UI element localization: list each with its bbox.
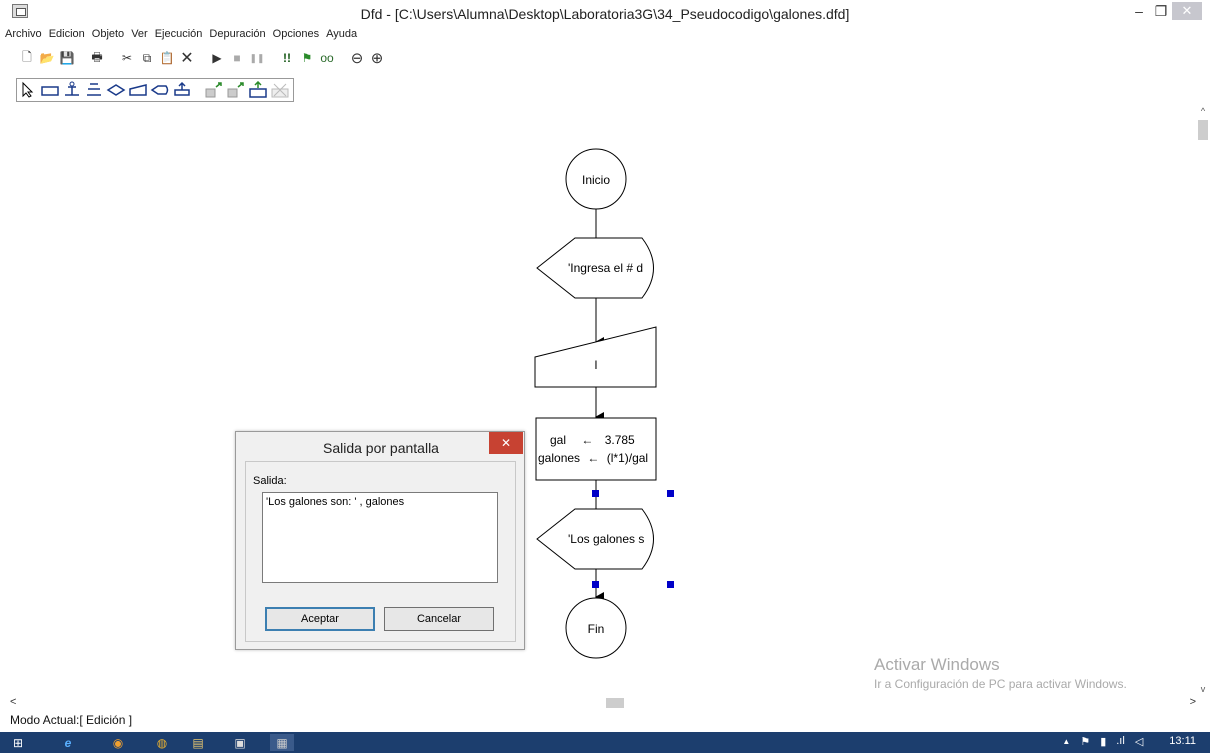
assign-var-gal: gal — [550, 433, 567, 447]
loop-para-icon[interactable] — [84, 81, 104, 99]
scroll-up-icon[interactable]: ^ — [1196, 106, 1210, 118]
assign-var-galones: galones — [538, 451, 581, 465]
start-icon[interactable]: ⊞ — [6, 734, 30, 751]
scroll-down-icon[interactable]: v — [1196, 684, 1210, 696]
end-label: Fin — [587, 622, 605, 636]
output-label: Salida: — [253, 475, 287, 487]
dfd-app-window: Dfd - [C:\Users\Alumna\Desktop\Laborator… — [0, 0, 1210, 753]
volume-icon[interactable]: ◁ — [1135, 735, 1143, 748]
shapes-toolbar — [16, 78, 294, 102]
subprogram-shape-icon[interactable] — [172, 81, 192, 99]
assign-val-galones: (l*1)/gal — [606, 451, 649, 465]
output-dialog: Salida por pantalla ✕ Salida: 'Los galon… — [235, 431, 525, 650]
run-icon[interactable]: ▶ — [208, 49, 226, 67]
assign-arrow-icon: ← — [587, 451, 600, 465]
horizontal-scrollbar[interactable]: < > — [0, 696, 1196, 710]
status-bar: Modo Actual:[ Edición ] — [10, 713, 133, 727]
decision-shape-icon[interactable] — [106, 81, 126, 99]
selection-handle[interactable] — [667, 581, 674, 588]
read-shape-icon[interactable] — [128, 81, 148, 99]
output-shape-icon[interactable] — [150, 81, 170, 99]
flowchart-canvas[interactable]: Inicio 'Ingresa el # d l gal ← 3.785 gal… — [0, 106, 1196, 696]
watch-icon[interactable]: oo — [318, 49, 336, 67]
output-2-label: 'Los galones s — [568, 532, 645, 546]
output-expression-input[interactable]: 'Los galones son: ' , galones — [262, 492, 498, 583]
pointer-icon[interactable] — [18, 81, 38, 99]
vertical-scrollbar[interactable]: ^ v — [1196, 106, 1210, 696]
menu-archivo[interactable]: Archivo — [5, 28, 42, 44]
delete-subprogram-icon[interactable] — [270, 81, 290, 99]
next-subprogram-icon[interactable] — [226, 81, 246, 99]
menu-bar: Archivo Edicion Objeto Ver Ejecución Dep… — [5, 28, 357, 44]
stop-icon[interactable]: ■ — [228, 49, 246, 67]
assign-arrow-icon: ← — [581, 433, 594, 447]
input-label: l — [594, 358, 598, 372]
output-1-label: 'Ingresa el # d — [568, 261, 644, 275]
dialog-close-button[interactable]: ✕ — [489, 432, 523, 454]
menu-ver[interactable]: Ver — [131, 28, 148, 44]
delete-icon[interactable]: ✕ — [178, 49, 196, 67]
copy-icon[interactable]: ⧉ — [138, 49, 156, 67]
menu-ejecucion[interactable]: Ejecución — [155, 28, 203, 44]
tray-expand-icon[interactable]: ▲ — [1062, 737, 1070, 748]
taskbar: ⊞ e ◉ ◍ ▤ ▣ ▦ ▲ ⚑ ▮ .ıl ◁ 13:11 — [0, 732, 1210, 753]
selection-handle[interactable] — [592, 490, 599, 497]
assignment-node[interactable] — [535, 417, 657, 481]
maximize-button[interactable]: ❐ — [1150, 2, 1172, 20]
dialog-title: Salida por pantalla — [323, 440, 439, 456]
paste-icon[interactable]: 📋 — [158, 49, 176, 67]
chrome-icon[interactable]: ◍ — [150, 734, 174, 751]
menu-opciones[interactable]: Opciones — [273, 28, 319, 44]
print-icon[interactable]: 🖶 — [88, 49, 106, 67]
selection-handle[interactable] — [592, 581, 599, 588]
network-icon[interactable]: ▮ — [1100, 735, 1106, 748]
app-icon-2[interactable]: ◉ — [106, 734, 130, 751]
clock[interactable]: 13:11 — [1169, 735, 1196, 748]
watermark-subtitle: Ir a Configuración de PC para activar Wi… — [874, 677, 1127, 691]
action-center-flag-icon[interactable]: ⚑ — [1080, 735, 1090, 748]
new-file-icon[interactable]: 🗋 — [18, 49, 36, 67]
assignment-shape-icon[interactable] — [40, 81, 60, 99]
selection-handle[interactable] — [667, 490, 674, 497]
zoom-in-icon[interactable]: ⊕ — [368, 49, 386, 67]
menu-edicion[interactable]: Edicion — [49, 28, 85, 44]
accept-button[interactable]: Aceptar — [265, 607, 375, 631]
zoom-out-icon[interactable]: ⊖ — [348, 49, 366, 67]
internet-explorer-icon[interactable]: e — [56, 734, 80, 751]
watermark-title: Activar Windows — [874, 655, 1000, 674]
scroll-left-icon[interactable]: < — [10, 696, 16, 708]
loop-mientras-icon[interactable] — [62, 81, 82, 99]
step-icon[interactable]: ⚑ — [298, 49, 316, 67]
app-icon-5[interactable]: ▣ — [228, 734, 252, 751]
insert-subprogram-icon[interactable] — [248, 81, 268, 99]
cancel-button[interactable]: Cancelar — [384, 607, 494, 631]
standard-toolbar: 🗋 📂 💾 🖶 ✂ ⧉ 📋 ✕ ▶ ■ ❚❚ !! ⚑ oo ⊖ ⊕ — [18, 48, 388, 68]
scroll-right-icon[interactable]: > — [1190, 696, 1196, 708]
assign-val-gal: 3.785 — [604, 433, 635, 447]
add-subprogram-icon[interactable] — [204, 81, 224, 99]
horizontal-scroll-thumb[interactable] — [606, 698, 624, 708]
flowchart-diagram — [519, 148, 674, 659]
file-explorer-icon[interactable]: ▤ — [186, 734, 210, 751]
start-label: Inicio — [581, 173, 610, 187]
assign-line-2: galones ← (l*1)/gal — [538, 451, 648, 465]
menu-objeto[interactable]: Objeto — [92, 28, 124, 44]
system-tray: ▲ ⚑ ▮ .ıl ◁ 13:11 — [1062, 735, 1196, 748]
cut-icon[interactable]: ✂ — [118, 49, 136, 67]
menu-depuracion[interactable]: Depuración — [209, 28, 265, 44]
pause-icon[interactable]: ❚❚ — [248, 49, 266, 67]
save-icon[interactable]: 💾 — [58, 49, 76, 67]
title-bar[interactable]: Dfd - [C:\Users\Alumna\Desktop\Laborator… — [0, 0, 1210, 28]
debug-icon[interactable]: !! — [278, 49, 296, 67]
window-title: Dfd - [C:\Users\Alumna\Desktop\Laborator… — [360, 6, 850, 22]
assign-line-1: gal ← 3.785 — [550, 433, 635, 447]
menu-ayuda[interactable]: Ayuda — [326, 28, 357, 44]
dfd-taskbar-icon[interactable]: ▦ — [270, 734, 294, 751]
close-button[interactable]: ✕ — [1172, 2, 1202, 20]
minimize-button[interactable]: – — [1128, 2, 1150, 20]
open-folder-icon[interactable]: 📂 — [38, 49, 56, 67]
activation-watermark: Activar Windows Ir a Configuración de PC… — [874, 655, 1127, 691]
vertical-scroll-thumb[interactable] — [1198, 120, 1208, 140]
signal-icon[interactable]: .ıl — [1116, 735, 1125, 748]
